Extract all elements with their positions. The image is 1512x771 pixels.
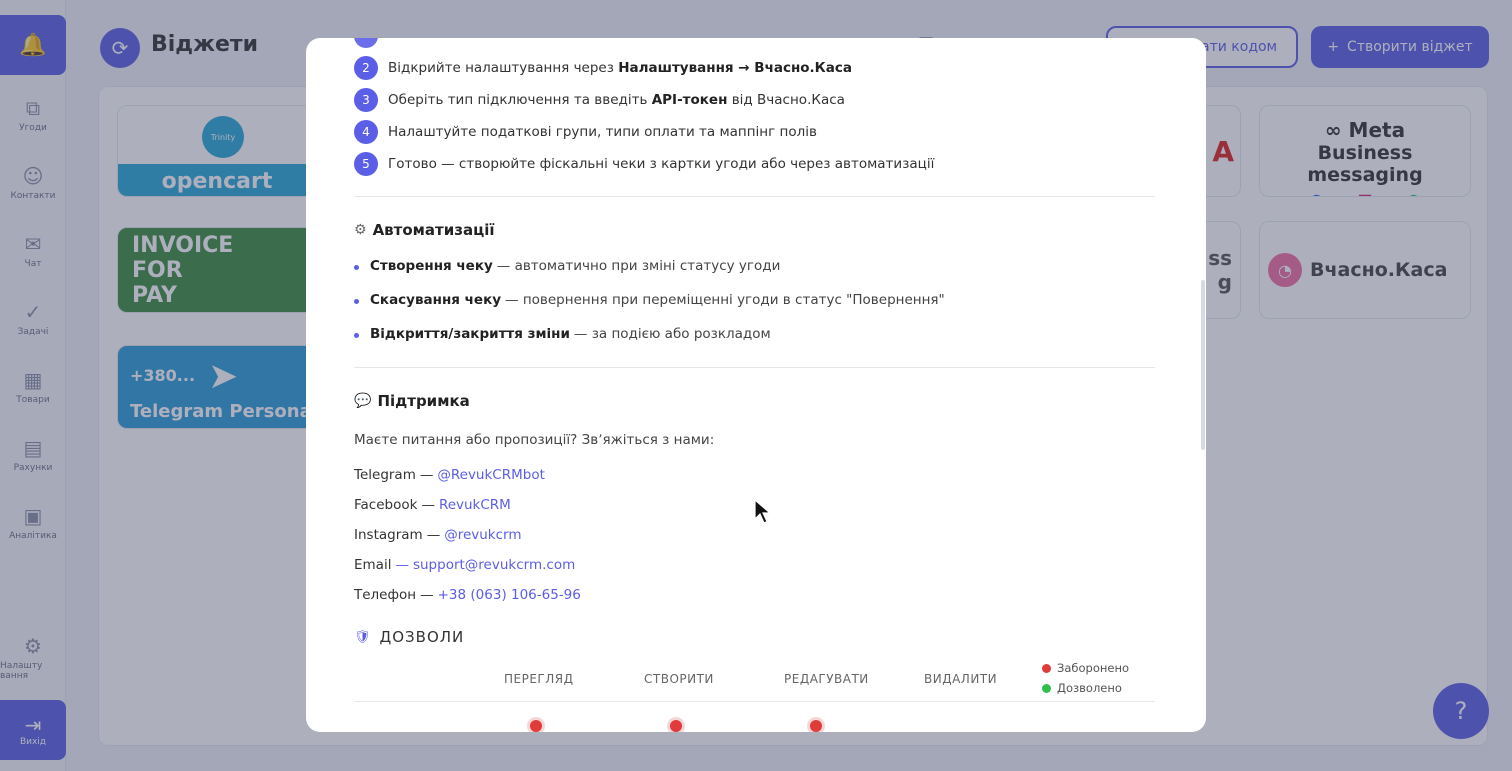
step-text: Готово — створюйте фіскальні чеки з карт… <box>388 156 935 172</box>
telegram-link[interactable]: @RevukCRMbot <box>437 467 545 483</box>
col-view: ПЕРЕГЛЯД <box>504 672 574 686</box>
contact-phone: Телефон — +38 (063) 106-65-96 <box>354 587 581 603</box>
support-intro: Маєте питання або пропозиції? Звʼяжіться… <box>354 432 715 448</box>
automations-title: ⚙ Автоматизації <box>354 221 1155 239</box>
section-divider <box>354 367 1155 368</box>
phone-link[interactable]: +38 (063) 106-65-96 <box>438 587 581 603</box>
mouse-cursor-icon <box>754 499 772 524</box>
modal-scrollbar[interactable] <box>1201 280 1205 450</box>
step-item: 4 Налаштуйте податкові групи, типи оплат… <box>354 116 1155 148</box>
widget-details-modal: 2 Відкрийте налаштування через Налаштува… <box>306 38 1206 732</box>
speech-bubble-icon: 💬 <box>354 393 372 409</box>
permissions-title-text: ДОЗВОЛИ <box>379 628 465 646</box>
step-number <box>354 38 378 48</box>
automation-item: Створення чеку — автоматично при зміні ст… <box>354 249 1155 283</box>
step-number: 2 <box>354 56 378 80</box>
permissions-legend: Заборонено Дозволено <box>1042 658 1129 698</box>
col-delete: ВИДАЛИТИ <box>924 672 998 686</box>
modal-content: 2 Відкрийте налаштування через Налаштува… <box>354 38 1155 732</box>
facebook-link[interactable]: RevukCRM <box>439 497 511 513</box>
permission-toggle-create[interactable] <box>670 720 682 732</box>
automations-title-text: Автоматизації <box>372 221 495 239</box>
legend-allowed: Дозволено <box>1057 681 1122 695</box>
contacts-list: Telegram — @RevukCRMbot Facebook — RevukCRM … <box>354 460 1155 610</box>
automation-item: Скасування чеку — повернення при переміще… <box>354 283 1155 317</box>
step-item: 2 Відкрийте налаштування через Налаштува… <box>354 52 1155 84</box>
step-text: Налаштуйте податкові групи, типи оплати … <box>388 124 817 140</box>
step-number: 3 <box>354 88 378 112</box>
permission-toggle-view[interactable] <box>530 720 542 732</box>
permissions-title: 🛡 ДОЗВОЛИ <box>354 628 1155 646</box>
legend-forbidden: Заборонено <box>1057 661 1130 675</box>
shield-icon: 🛡 <box>354 629 372 645</box>
step-item: 3 Оберіть тип підключення та введіть API… <box>354 84 1155 116</box>
automation-item: Відкриття/закриття зміни — за подією або … <box>354 317 1155 351</box>
bullet-dot <box>354 265 359 270</box>
email-link[interactable]: support@revukcrm.com <box>413 557 575 573</box>
legend-forbidden-dot <box>1042 663 1051 673</box>
step-item: 5 Готово — створюйте фіскальні чеки з ка… <box>354 148 1155 180</box>
support-title: 💬 Підтримка <box>354 392 1155 410</box>
step-number: 5 <box>354 152 378 176</box>
permissions-header: ПЕРЕГЛЯД СТВОРИТИ РЕДАГУВАТИ ВИДАЛИТИ За… <box>354 656 1155 702</box>
step-text: Відкрийте налаштування через Налаштуванн… <box>388 60 852 76</box>
contact-telegram: Telegram — @RevukCRMbot <box>354 467 545 483</box>
section-divider <box>354 196 1155 197</box>
col-create: СТВОРИТИ <box>644 672 714 686</box>
contact-email: Email — support@revukcrm.com <box>354 557 576 573</box>
step-partial <box>354 38 1155 52</box>
gear-icon: ⚙ <box>354 222 367 238</box>
instagram-link[interactable]: @revukcrm <box>444 527 521 543</box>
col-edit: РЕДАГУВАТИ <box>784 672 869 686</box>
legend-allowed-dot <box>1042 683 1051 693</box>
step-text: Оберіть тип підключення та введіть API-т… <box>388 92 845 108</box>
permission-toggle-edit[interactable] <box>810 720 822 732</box>
step-number: 4 <box>354 120 378 144</box>
permission-row <box>354 702 1155 732</box>
bullet-dot <box>354 333 359 338</box>
bullet-dot <box>354 299 359 304</box>
automations-list: Створення чеку — автоматично при зміні ст… <box>354 249 1155 351</box>
support-title-text: Підтримка <box>377 392 470 410</box>
modal-scroll-area[interactable]: 2 Відкрийте налаштування через Налаштува… <box>306 38 1206 732</box>
